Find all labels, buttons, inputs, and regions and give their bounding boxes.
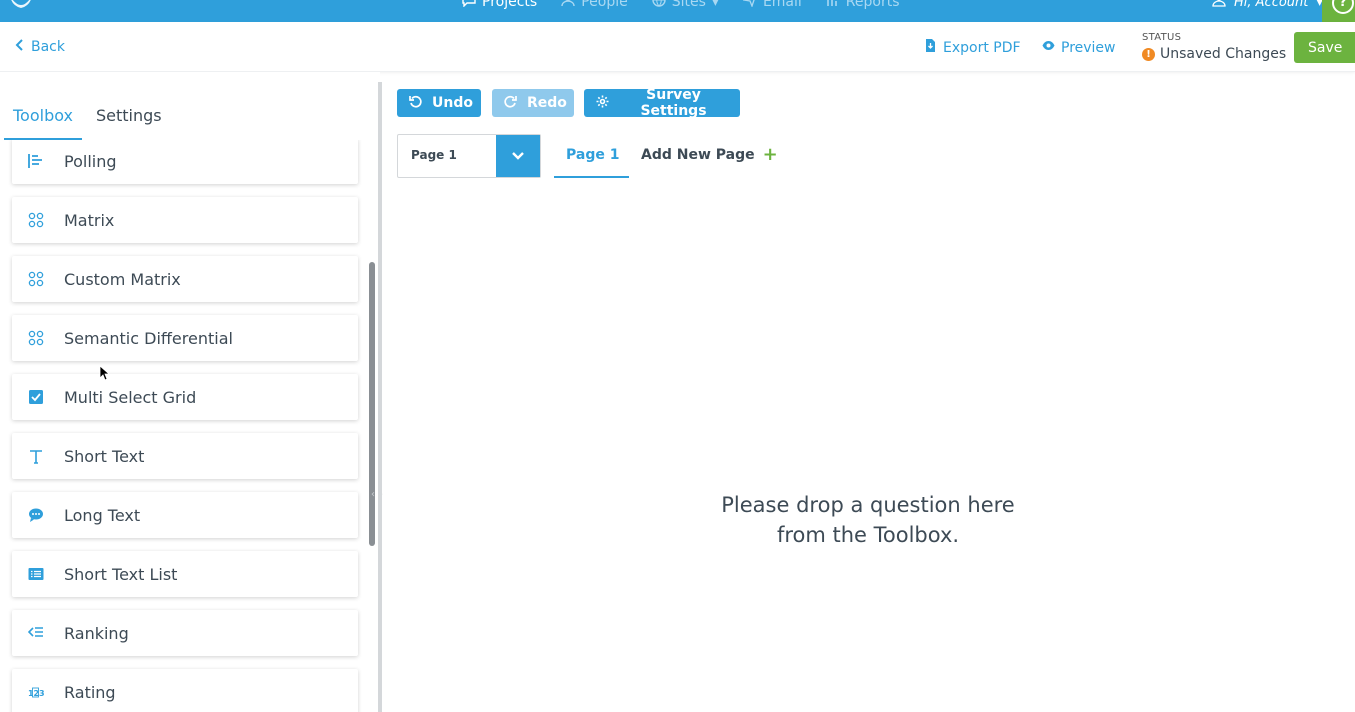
toolbox-item-label: Long Text [64,505,141,525]
tab-page-1[interactable]: Page 1 [554,134,629,178]
export-pdf-link[interactable]: Export PDF [924,39,1021,56]
nav-sites[interactable]: Sites ▾ [652,0,719,11]
ranking-icon [27,625,44,641]
user-icon [1212,0,1226,11]
toolbox-item-label: Multi Select Grid [64,387,197,407]
chevron-down-icon [512,152,524,160]
toolbox-item-label: Short Text [64,446,145,466]
drop-placeholder-text: Please drop a question here from the Too… [662,490,1074,550]
panel-tabs: Toolbox Settings [0,100,176,140]
logo-icon[interactable] [6,0,36,12]
person-icon [561,0,575,11]
nav-people[interactable]: People [561,0,628,11]
toolbox-item-label: Ranking [64,623,129,643]
back-link[interactable]: Back [15,39,65,55]
rating-123-icon: 123 [28,684,45,700]
matrix-grid-icon [28,271,44,287]
toolbox-scrollbar[interactable] [369,262,375,546]
drop-text-line-2: from the Toolbox. [776,523,960,547]
toolbox-item-label: Matrix [64,210,115,230]
globe-icon [652,0,666,11]
page-select-value: Page 1 [411,148,457,162]
speech-bubble-icon [28,507,44,523]
help-button[interactable]: ? [1322,0,1355,22]
toolbox-panel: Toolbox Settings Polling Matrix Custom M… [0,72,383,712]
toolbox-item-multi-select-grid[interactable]: Multi Select Grid [12,374,358,420]
save-button[interactable]: Save [1294,32,1355,63]
checkbox-icon [28,389,44,405]
undo-label: Undo [432,95,473,111]
survey-settings-label: Survey Settings [640,87,707,119]
list-icon [28,566,44,582]
toolbox-item-rating[interactable]: 123 Rating [12,669,358,712]
survey-canvas: Undo Redo Survey Settings Page 1 Page 1 … [382,72,1355,712]
toolbox-item-semantic-differential[interactable]: Semantic Differential [12,315,358,361]
undo-button[interactable]: Undo [397,89,481,117]
preview-link[interactable]: Preview [1042,39,1116,56]
nav-sites-label: Sites [671,0,706,10]
toolbox-list[interactable]: Polling Matrix Custom Matrix Semantic Di… [0,140,372,712]
page-select[interactable]: Page 1 [397,134,541,178]
question-drop-zone[interactable] [397,192,1347,712]
undo-icon [409,95,422,112]
toolbox-item-label: Polling [64,151,117,171]
toolbox-item-ranking[interactable]: Ranking [12,610,358,656]
nav-reports[interactable]: Reports [826,0,900,11]
polling-bars-icon [28,153,44,169]
nav-reports-label: Reports [845,0,900,10]
plus-icon: + [762,144,778,165]
toolbox-item-label: Short Text List [64,564,178,584]
redo-icon [504,95,517,112]
status-value: ! Unsaved Changes [1142,46,1286,62]
eye-icon [1042,39,1055,56]
nav-projects[interactable]: Projects [462,0,537,11]
back-label: Back [31,39,65,55]
redo-label: Redo [527,95,567,111]
toolbox-item-label: Custom Matrix [64,269,181,289]
account-menu[interactable]: Hi, Account ▾ [1212,0,1323,11]
send-icon [741,0,757,11]
toolbox-item-short-text[interactable]: Short Text [12,433,358,479]
nav-email-label: Email [762,0,802,10]
help-icon: ? [1332,0,1354,14]
top-navigation-bar: Projects People Sites ▾ Email Reports Hi… [0,0,1355,22]
main-nav-links: Projects People Sites ▾ Email Reports [462,0,899,11]
mouse-pointer-icon [99,365,109,381]
nav-projects-label: Projects [482,0,538,10]
redo-button[interactable]: Redo [492,89,574,117]
toolbox-item-label: Semantic Differential [64,328,233,348]
status-value-text: Unsaved Changes [1160,46,1287,62]
account-label: Hi, Account [1234,0,1309,10]
add-new-page-label: Add New Page [641,147,755,163]
matrix-grid-icon [28,330,44,346]
toolbox-item-short-text-list[interactable]: Short Text List [12,551,358,597]
chevron-down-icon: ▾ [711,0,719,10]
chevron-left-icon [15,39,25,55]
svg-text:3: 3 [39,689,44,698]
nav-people-label: People [581,0,628,10]
export-pdf-label: Export PDF [943,39,1021,56]
add-new-page-button[interactable]: Add New Page + [641,144,778,165]
toolbox-item-custom-matrix[interactable]: Custom Matrix [12,256,358,302]
nav-email[interactable]: Email [741,0,802,11]
toolbox-item-matrix[interactable]: Matrix [12,197,358,243]
gear-icon [596,95,609,112]
toolbox-item-label: Rating [64,682,116,702]
tab-toolbox[interactable]: Toolbox [4,100,82,140]
tab-settings[interactable]: Settings [82,100,176,140]
file-download-icon [924,39,937,56]
page-select-dropdown-toggle[interactable] [496,135,540,177]
text-t-icon [28,448,44,464]
chat-icon [462,0,476,11]
warning-icon: ! [1142,47,1155,61]
survey-settings-button[interactable]: Survey Settings [584,87,740,119]
chart-icon [826,0,840,11]
drop-text-line-1: Please drop a question here [721,493,1015,517]
status-label: STATUS [1142,32,1182,43]
toolbox-item-long-text[interactable]: Long Text [12,492,358,538]
toolbox-item-polling[interactable]: Polling [12,140,358,184]
preview-label: Preview [1061,39,1116,56]
editor-action-bar: Back Export PDF Preview STATUS ! Unsaved… [0,22,1355,72]
matrix-grid-icon [28,212,44,228]
